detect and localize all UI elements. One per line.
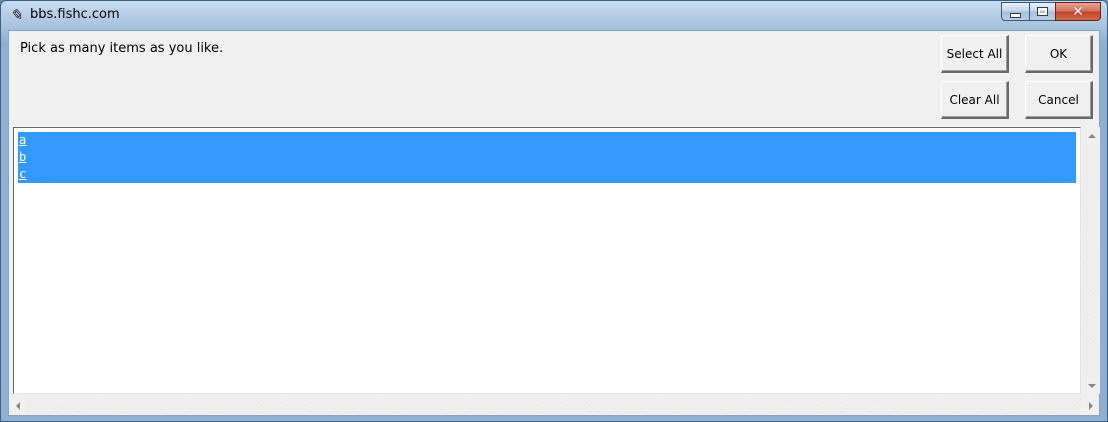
choice-listbox[interactable]: a b c — [13, 127, 1081, 394]
vertical-scroll-track[interactable] — [1083, 144, 1100, 377]
horizontal-scrollbar[interactable] — [9, 397, 1099, 414]
scroll-up-button[interactable] — [1083, 127, 1100, 144]
prompt-text: Pick as many items as you like. — [20, 41, 224, 56]
title-bar[interactable]: ✎ bbs.fishc.com ✕ — [1, 1, 1107, 29]
dialog-body: Pick as many items as you like. Select A… — [8, 30, 1100, 416]
dialog-window: ✎ bbs.fishc.com ✕ Pick as many items as … — [0, 0, 1108, 422]
arrow-down-icon — [1087, 383, 1096, 388]
caption-buttons: ✕ — [1001, 2, 1101, 21]
list-item[interactable]: b — [18, 149, 1076, 166]
feather-icon[interactable]: ✎ — [10, 6, 24, 24]
list-item-label: c — [19, 167, 27, 181]
arrow-left-icon — [15, 401, 20, 410]
minimize-icon — [1010, 12, 1021, 18]
maximize-button[interactable] — [1029, 2, 1055, 21]
list-item[interactable]: c — [18, 166, 1076, 183]
cancel-button[interactable]: Cancel — [1025, 81, 1093, 119]
scroll-left-button[interactable] — [9, 397, 26, 414]
select-all-button[interactable]: Select All — [941, 35, 1009, 73]
vertical-scrollbar[interactable] — [1083, 127, 1100, 394]
scroll-down-button[interactable] — [1083, 377, 1100, 394]
horizontal-scroll-track[interactable] — [26, 397, 1082, 414]
window-title: bbs.fishc.com — [30, 7, 120, 22]
arrow-right-icon — [1088, 401, 1093, 410]
list-item[interactable]: a — [18, 132, 1076, 149]
list-item-label: a — [19, 133, 27, 147]
maximize-icon — [1037, 7, 1048, 16]
ok-button[interactable]: OK — [1025, 35, 1093, 73]
list-item-label: b — [19, 150, 27, 164]
minimize-button[interactable] — [1001, 2, 1029, 21]
scroll-right-button[interactable] — [1082, 397, 1099, 414]
close-button[interactable]: ✕ — [1055, 2, 1101, 21]
arrow-up-icon — [1087, 133, 1096, 138]
clear-all-button[interactable]: Clear All — [941, 81, 1009, 119]
close-icon: ✕ — [1072, 3, 1084, 20]
